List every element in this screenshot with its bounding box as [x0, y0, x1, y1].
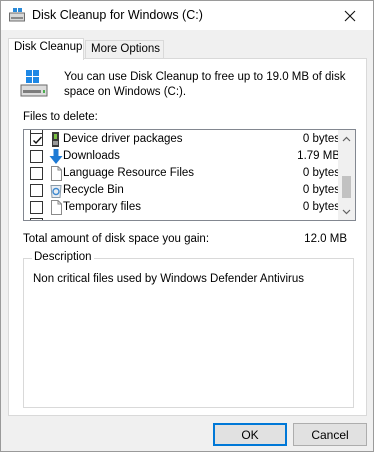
disk-cleanup-panel: You can use Disk Cleanup to free up to 1…: [8, 58, 367, 416]
checkbox-temporary-files[interactable]: [30, 201, 43, 214]
description-title: Description: [32, 251, 94, 263]
title-bar[interactable]: Disk Cleanup for Windows (C:): [1, 1, 373, 30]
driver-package-icon: [48, 131, 64, 148]
chevron-up-icon: [342, 136, 351, 141]
item-name: Downloads: [63, 150, 120, 162]
disk-cleanup-window: Disk Cleanup for Windows (C:) Disk Clean…: [0, 0, 374, 452]
chevron-down-icon: [342, 209, 351, 214]
recycle-bin-icon: [48, 182, 64, 199]
scroll-thumb[interactable]: [342, 176, 351, 198]
files-to-delete-label: Files to delete:: [23, 111, 98, 123]
checkbox-device-driver-packages[interactable]: [30, 133, 43, 146]
list-item-downloads[interactable]: Downloads 1.79 MB: [24, 148, 340, 165]
list-item-language-resource-files[interactable]: Language Resource Files 0 bytes: [24, 165, 340, 182]
item-name: Language Resource Files: [63, 167, 195, 179]
description-group: Description Non critical files used by W…: [23, 251, 354, 408]
description-text: Non critical files used by Windows Defen…: [33, 273, 305, 285]
files-to-delete-list[interactable]: Device driver packages 0 bytes Downloads…: [23, 129, 356, 221]
intro-text: You can use Disk Cleanup to free up to 1…: [64, 71, 346, 98]
item-name: Device driver packages: [63, 133, 183, 145]
downloads-arrow-icon: [48, 148, 64, 165]
scroll-up-button[interactable]: [338, 130, 355, 147]
disk-cleanup-drive-icon: [20, 68, 48, 98]
list-item-device-driver-packages[interactable]: Device driver packages 0 bytes: [24, 131, 340, 148]
total-space-label: Total amount of disk space you gain:: [23, 233, 210, 245]
item-size: 1.79 MB: [297, 150, 340, 162]
item-size: 0 bytes: [302, 167, 340, 179]
item-size: 0 bytes: [302, 201, 340, 213]
cancel-button[interactable]: Cancel: [293, 423, 367, 446]
ok-button[interactable]: OK: [213, 423, 287, 446]
scroll-down-button[interactable]: [338, 203, 355, 220]
disk-cleanup-app-icon: [9, 8, 25, 22]
checkbox-downloads[interactable]: [30, 150, 43, 163]
checkbox-recycle-bin[interactable]: [30, 184, 43, 197]
tab-disk-cleanup[interactable]: Disk Cleanup: [8, 38, 84, 60]
item-size: 0 bytes: [302, 184, 340, 196]
checkbox-language-resource-files[interactable]: [30, 167, 43, 180]
list-item-recycle-bin[interactable]: Recycle Bin 0 bytes: [24, 182, 340, 199]
item-name: Temporary files: [63, 201, 141, 213]
close-icon: [344, 10, 356, 21]
item-name: Recycle Bin: [63, 184, 124, 196]
total-space-value: 12.0 MB: [304, 233, 347, 245]
file-list-scrollbar[interactable]: [338, 130, 355, 220]
blank-file-icon: [48, 199, 64, 216]
item-size: 0 bytes: [302, 133, 340, 145]
blank-file-icon: [48, 165, 64, 182]
list-item-temporary-files[interactable]: Temporary files 0 bytes: [24, 199, 340, 216]
tab-more-options[interactable]: More Options: [85, 40, 164, 59]
list-item-clipped-bottom: [24, 216, 340, 220]
window-title: Disk Cleanup for Windows (C:): [32, 8, 203, 22]
close-button[interactable]: [327, 1, 373, 30]
